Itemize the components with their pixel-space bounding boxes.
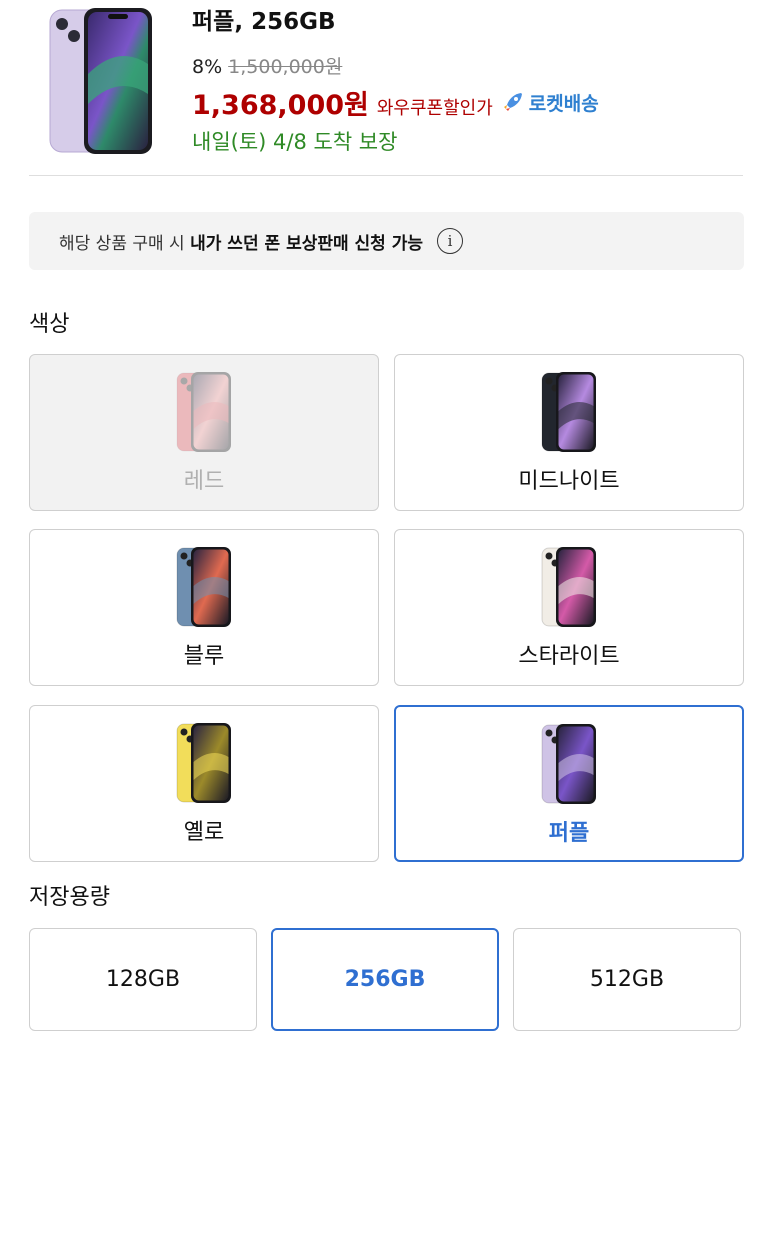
info-icon[interactable]: i bbox=[437, 228, 464, 254]
storage-section-label: 저장용량 bbox=[29, 885, 110, 910]
color-section-label: 색상 bbox=[29, 312, 70, 337]
storage-option-256gb[interactable]: 256GB bbox=[271, 928, 499, 1031]
color-option-yellow[interactable]: 옐로 bbox=[29, 705, 379, 862]
storage-option-512gb[interactable]: 512GB bbox=[513, 928, 741, 1031]
coupon-text: 와우쿠폰할인가 bbox=[376, 98, 493, 119]
info-glyph: i bbox=[447, 232, 453, 250]
storage-option-label: 256GB bbox=[344, 967, 426, 992]
product-image bbox=[48, 4, 156, 156]
price-discount-line: 8% 1,500,000원 bbox=[192, 52, 342, 79]
storage-option-128gb[interactable]: 128GB bbox=[29, 928, 257, 1031]
color-option-label: 레드 bbox=[183, 469, 225, 494]
color-option-midnight[interactable]: 미드나이트 bbox=[394, 354, 744, 511]
divider bbox=[29, 175, 743, 176]
color-option-label: 스타라이트 bbox=[518, 644, 620, 669]
color-option-starlight[interactable]: 스타라이트 bbox=[394, 529, 744, 686]
color-option-blue[interactable]: 블루 bbox=[29, 529, 379, 686]
color-option-red[interactable]: 레드 bbox=[29, 354, 379, 511]
storage-option-label: 512GB bbox=[589, 967, 665, 992]
rocket-label: 로켓배송 bbox=[528, 92, 599, 115]
phone-blue-icon bbox=[169, 546, 239, 628]
color-option-label: 블루 bbox=[183, 644, 225, 669]
rocket-icon bbox=[503, 93, 522, 111]
phone-purple-icon bbox=[534, 723, 604, 805]
color-option-label: 퍼플 bbox=[548, 821, 590, 846]
trade-in-notice: 해당 상품 구매 시 내가 쓰던 폰 보상판매 신청 가능 i bbox=[29, 212, 744, 270]
phone-midnight-icon bbox=[534, 371, 604, 453]
discount-rate: 8% bbox=[192, 56, 223, 78]
phone-yellow-icon bbox=[169, 722, 239, 804]
sale-price-line: 1,368,000원 와우쿠폰할인가 로켓배송 bbox=[192, 83, 599, 122]
notice-bold: 내가 쓰던 폰 보상판매 신청 가능 bbox=[190, 233, 424, 254]
rocket-delivery-badge: 로켓배송 bbox=[501, 89, 599, 116]
delivery-guarantee: 내일(토) 4/8 도착 보장 bbox=[192, 130, 398, 154]
notice-text: 해당 상품 구매 시 내가 쓰던 폰 보상판매 신청 가능 bbox=[59, 229, 423, 254]
phone-starlight-icon bbox=[534, 546, 604, 628]
phone-red-icon bbox=[169, 371, 239, 453]
original-price: 1,500,000원 bbox=[228, 56, 343, 78]
color-option-purple[interactable]: 퍼플 bbox=[394, 705, 744, 862]
sale-price: 1,368,000원 bbox=[192, 90, 369, 121]
storage-option-label: 128GB bbox=[105, 967, 181, 992]
color-option-label: 옐로 bbox=[183, 820, 225, 845]
color-option-label: 미드나이트 bbox=[518, 469, 620, 494]
product-title: 퍼플, 256GB bbox=[192, 9, 336, 35]
notice-prefix: 해당 상품 구매 시 bbox=[59, 233, 185, 254]
